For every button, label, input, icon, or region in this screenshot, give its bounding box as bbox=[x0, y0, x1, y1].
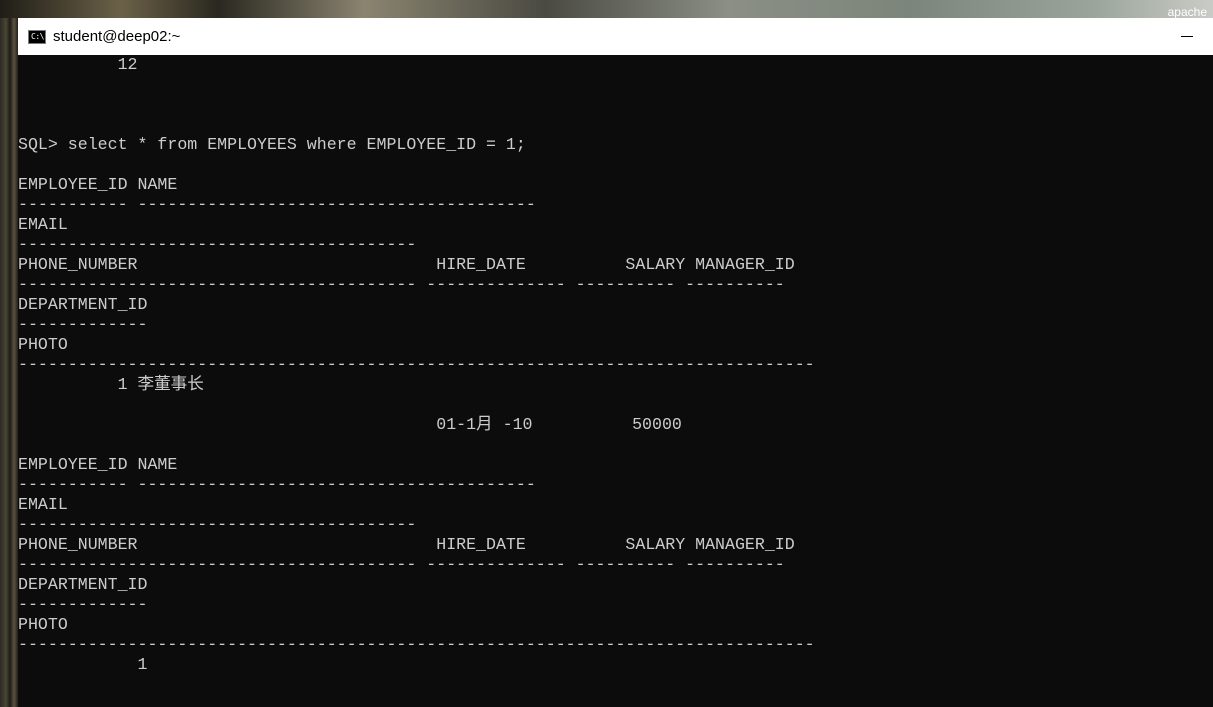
console-line: ----------------------------------------… bbox=[18, 355, 815, 374]
console-line: ---------------------------------------- bbox=[18, 515, 417, 534]
desktop-corner-label: apache bbox=[1167, 6, 1207, 18]
console-line: ----------------------------------------… bbox=[18, 275, 785, 294]
console-line: ----------- ----------------------------… bbox=[18, 195, 536, 214]
console-output[interactable]: 12 SQL> select * from EMPLOYEES where EMP… bbox=[18, 55, 1213, 707]
console-line: ---------------------------------------- bbox=[18, 235, 417, 254]
console-line: 1 李董事长 bbox=[18, 375, 204, 394]
console-line: PHONE_NUMBER HIRE_DATE SALARY MANAGER_ID bbox=[18, 255, 795, 274]
console-line: DEPARTMENT_ID bbox=[18, 575, 148, 594]
console-line: PHONE_NUMBER HIRE_DATE SALARY MANAGER_ID bbox=[18, 535, 795, 554]
window-titlebar[interactable]: C:\. student@deep02:~ bbox=[18, 18, 1213, 55]
desktop-top-strip: apache bbox=[0, 0, 1213, 18]
cmd-icon-text: C:\. bbox=[31, 31, 49, 41]
minimize-icon bbox=[1181, 36, 1193, 37]
console-line: EMAIL bbox=[18, 215, 68, 234]
console-line: DEPARTMENT_ID bbox=[18, 295, 148, 314]
console-line: 12 bbox=[18, 55, 138, 74]
console-line: EMAIL bbox=[18, 495, 68, 514]
console-line: PHOTO bbox=[18, 615, 68, 634]
console-window[interactable]: C:\. student@deep02:~ 12 SQL> select * fr… bbox=[18, 18, 1213, 707]
console-line: ------------- bbox=[18, 595, 148, 614]
console-line: ----------------------------------------… bbox=[18, 555, 785, 574]
console-line: ------------- bbox=[18, 315, 148, 334]
console-line: ----------------------------------------… bbox=[18, 635, 815, 654]
minimize-button[interactable] bbox=[1165, 18, 1209, 55]
console-line: SQL> select * from EMPLOYEES where EMPLO… bbox=[18, 135, 526, 154]
console-line: EMPLOYEE_ID NAME bbox=[18, 455, 178, 474]
console-line: ----------- ----------------------------… bbox=[18, 475, 536, 494]
window-title: student@deep02:~ bbox=[53, 28, 181, 45]
console-line: EMPLOYEE_ID NAME bbox=[18, 175, 178, 194]
console-line: 1 bbox=[18, 655, 148, 674]
console-line: PHOTO bbox=[18, 335, 68, 354]
console-line: 01-1月 -10 50000 bbox=[18, 415, 682, 434]
cmd-icon: C:\. bbox=[28, 29, 49, 44]
